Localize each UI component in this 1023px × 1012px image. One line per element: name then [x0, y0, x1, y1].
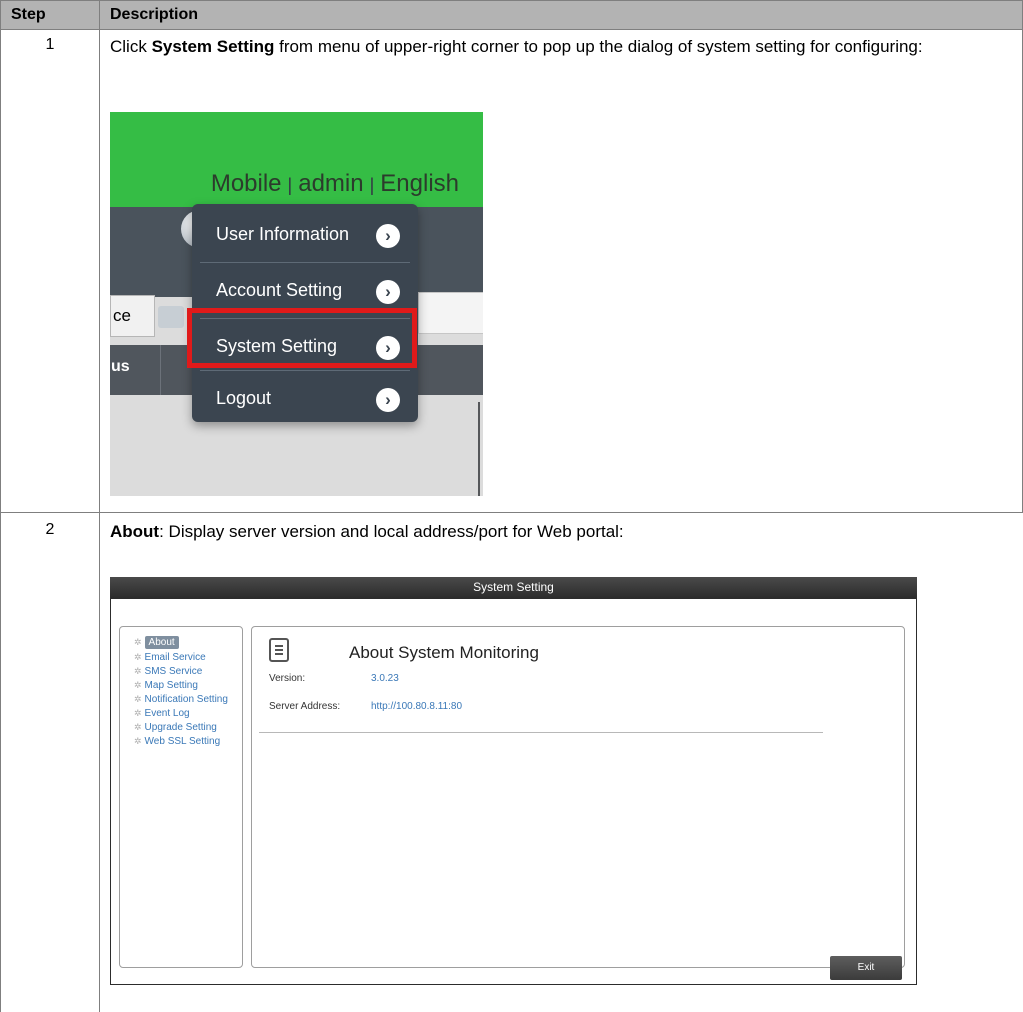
nav-map-setting[interactable]: ✲ Map Setting: [134, 680, 198, 691]
gear-icon: ✲: [134, 666, 142, 676]
step-description: Click System Setting from menu of upper-…: [110, 37, 923, 56]
printer-icon: [158, 306, 184, 328]
gear-icon: ✲: [134, 722, 142, 732]
panel-edge: [478, 402, 480, 496]
link-english[interactable]: English: [380, 170, 459, 197]
server-address-value[interactable]: http://100.80.8.11:80: [371, 701, 462, 712]
gear-icon: ✲: [134, 652, 142, 662]
row-divider: [0, 512, 1023, 513]
nav-upgrade-setting[interactable]: ✲ Upgrade Setting: [134, 722, 217, 733]
exit-button[interactable]: Exit: [830, 956, 902, 980]
menu-item-logout[interactable]: Logout ›: [192, 374, 418, 424]
step-keyword: About: [110, 522, 160, 541]
system-setting-dialog: System Setting ✲ About ✲ Email Service ✲ SM…: [110, 577, 917, 985]
server-address-label: Server Address:: [269, 701, 341, 712]
version-value: 3.0.23: [371, 673, 399, 684]
status-column-label: us: [111, 358, 130, 375]
gear-icon: ✲: [134, 694, 142, 704]
header-step: Step: [0, 0, 100, 30]
step-number: 1: [45, 36, 55, 53]
step-keyword: System Setting: [151, 37, 275, 56]
top-links: Mobile | admin | English: [211, 170, 459, 198]
content-heading: About System Monitoring: [349, 643, 539, 662]
instruction-table: Step Description 1 Click System Setting …: [0, 0, 1023, 1012]
chevron-right-icon: ›: [376, 224, 400, 248]
gear-icon: ✲: [134, 680, 142, 690]
link-admin[interactable]: admin: [298, 170, 363, 197]
header-description: Description: [99, 0, 1023, 30]
dialog-body: ✲ About ✲ Email Service ✲ SMS Service ✲ Map …: [110, 598, 917, 985]
menu-divider: [200, 262, 410, 263]
version-label: Version:: [269, 673, 306, 684]
chevron-right-icon: ›: [376, 388, 400, 412]
device-tab[interactable]: ce: [110, 295, 155, 337]
nav-about[interactable]: ✲ About: [134, 636, 179, 649]
search-input[interactable]: [418, 292, 483, 334]
menu-screenshot: Mobile|admin|English ! ce us User Inform…: [110, 112, 483, 496]
nav-sms-service[interactable]: ✲ SMS Service: [134, 666, 202, 677]
gear-icon: ✲: [134, 708, 142, 718]
dialog-title: System Setting: [110, 577, 917, 598]
step-description: About: Display server version and local …: [110, 522, 624, 541]
nav-email-service[interactable]: ✲ Email Service: [134, 652, 206, 663]
menu-item-user-information[interactable]: User Information ›: [192, 210, 418, 260]
nav-web-ssl-setting[interactable]: ✲ Web SSL Setting: [134, 736, 220, 747]
document-icon: [269, 638, 289, 662]
column-divider: [160, 345, 161, 395]
content-divider: [259, 732, 823, 733]
menu-divider: [200, 370, 410, 371]
settings-sidebar: ✲ About ✲ Email Service ✲ SMS Service ✲ Map …: [119, 626, 243, 968]
highlight-box: [187, 308, 417, 368]
separator: |: [287, 175, 293, 195]
step-number: 2: [45, 521, 55, 538]
gear-icon: ✲: [134, 637, 142, 647]
chevron-right-icon: ›: [376, 280, 400, 304]
link-mobile[interactable]: Mobile: [211, 170, 282, 197]
gear-icon: ✲: [134, 736, 142, 746]
settings-content: [251, 626, 905, 968]
nav-event-log[interactable]: ✲ Event Log: [134, 708, 190, 719]
nav-notification-setting[interactable]: ✲ Notification Setting: [134, 694, 228, 705]
separator: |: [369, 175, 375, 195]
